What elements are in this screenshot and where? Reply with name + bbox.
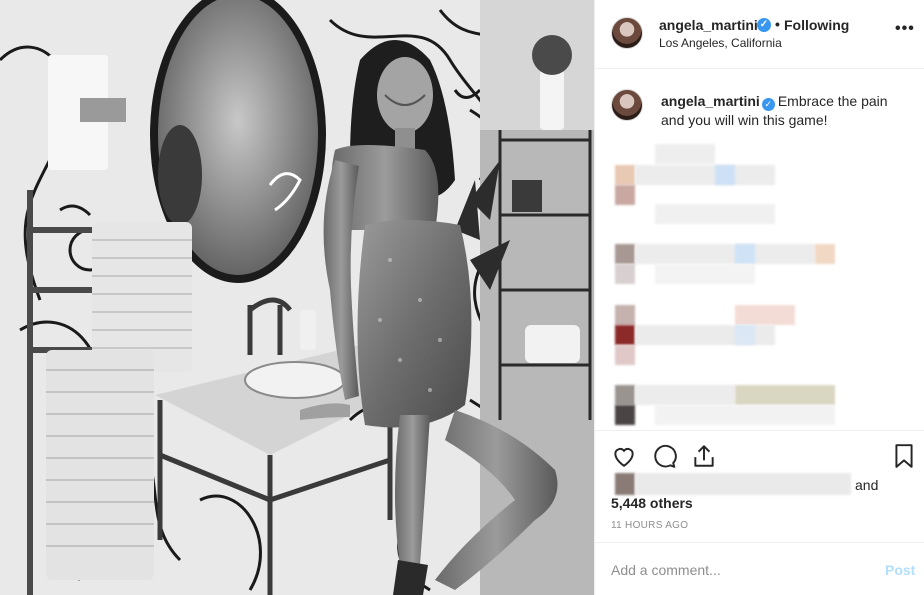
pixel-block xyxy=(735,325,755,345)
following-button[interactable]: Following xyxy=(784,17,849,33)
more-options-icon[interactable]: ••• xyxy=(895,20,915,38)
pixel-block xyxy=(615,165,635,185)
post-timestamp[interactable]: 11 HOURS AGO xyxy=(611,520,688,531)
pixel-block xyxy=(615,325,635,345)
likes-count[interactable]: 5,448 others xyxy=(611,495,693,511)
comment-input[interactable] xyxy=(611,559,861,581)
pixel-block xyxy=(615,185,635,205)
pixel-block xyxy=(635,385,735,405)
verified-badge-icon: ✓ xyxy=(761,98,775,111)
pixel-block xyxy=(815,244,835,264)
pixel-block xyxy=(635,473,851,495)
post-sidebar: angela_martini ✓ • Following Los Angeles… xyxy=(594,0,924,595)
pixel-block xyxy=(615,385,635,405)
pixel-block xyxy=(655,264,755,284)
heart-icon[interactable] xyxy=(611,443,637,469)
comments-section[interactable]: angela_martini ✓ Embrace the pain and you … xyxy=(595,70,924,430)
pixel-block xyxy=(615,345,635,365)
post-comment-button[interactable]: Post xyxy=(885,562,915,578)
pixel-block xyxy=(655,405,835,425)
post-photo-image xyxy=(0,0,594,595)
verified-badge-icon: ✓ xyxy=(757,18,771,32)
pixel-block xyxy=(635,165,775,185)
liked-by-blurred xyxy=(611,473,851,495)
pixel-block xyxy=(615,305,635,325)
post-header: angela_martini ✓ • Following Los Angeles… xyxy=(595,0,924,69)
post-actions: and 5,448 others 11 HOURS AGO xyxy=(595,430,924,542)
pixel-block xyxy=(615,473,635,495)
pixel-block xyxy=(655,204,775,224)
pixel-block xyxy=(735,244,755,264)
caption-username[interactable]: angela_martini xyxy=(661,93,760,109)
pixel-block xyxy=(715,165,735,185)
author-avatar[interactable] xyxy=(611,17,643,49)
pixel-block xyxy=(615,244,635,264)
pixel-block xyxy=(735,385,835,405)
author-username[interactable]: angela_martini xyxy=(659,17,758,33)
post-caption: angela_martini ✓ Embrace the pain and you … xyxy=(661,92,911,129)
caption-avatar[interactable] xyxy=(611,89,643,121)
pixel-block xyxy=(735,305,795,325)
separator-dot: • xyxy=(775,16,780,32)
bookmark-icon[interactable] xyxy=(891,443,917,469)
comment-bubble-icon[interactable] xyxy=(651,443,677,469)
add-comment-bar: Post xyxy=(595,542,924,595)
liked-by-and: and xyxy=(855,477,879,493)
post-photo[interactable] xyxy=(0,0,594,595)
post-location[interactable]: Los Angeles, California xyxy=(659,36,782,50)
share-icon[interactable] xyxy=(691,443,717,469)
pixel-block xyxy=(635,244,815,264)
pixel-block xyxy=(655,144,715,164)
pixel-block xyxy=(615,264,635,284)
pixel-block xyxy=(615,405,635,425)
